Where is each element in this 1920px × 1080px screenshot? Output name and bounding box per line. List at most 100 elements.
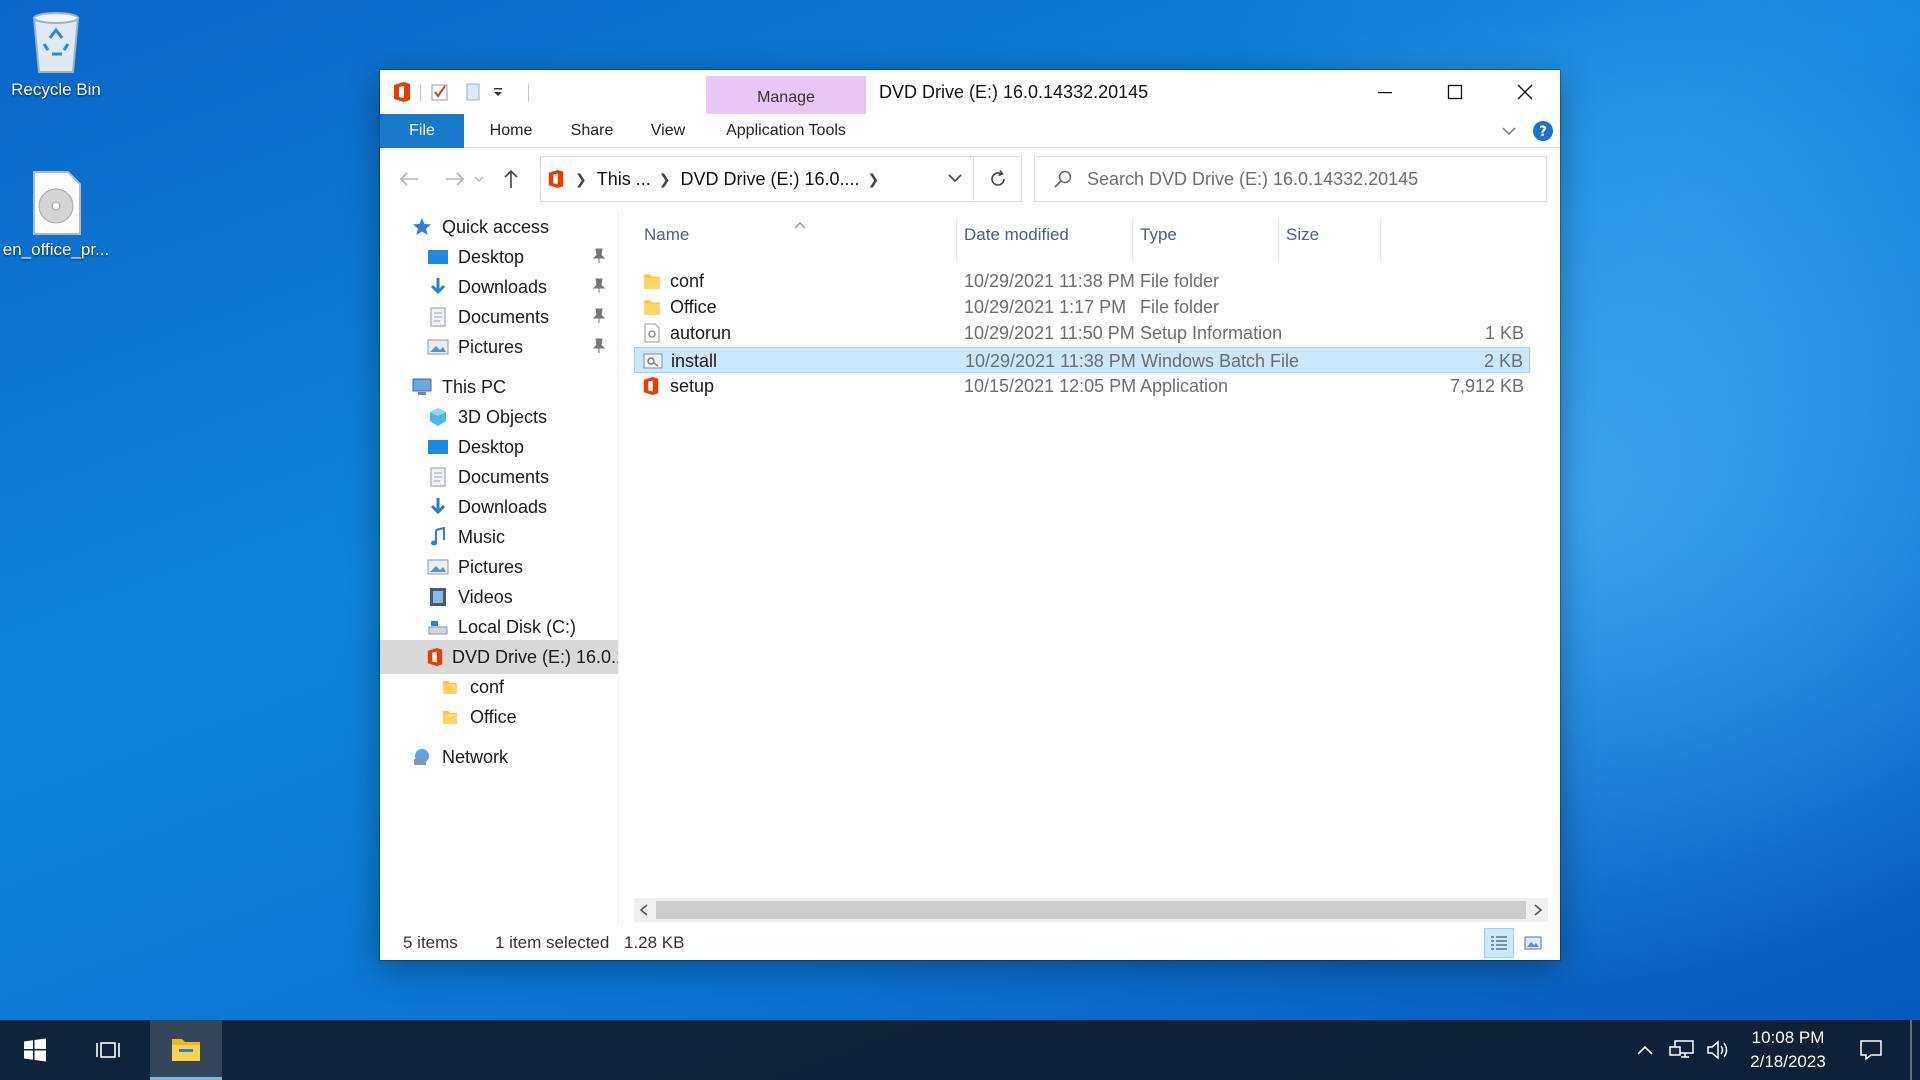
properties-checkmark-icon xyxy=(431,84,448,101)
table-row[interactable]: setup 10/15/2021 12:05 PM Application 7,912… xyxy=(634,373,1530,399)
breadcrumb-separator[interactable]: ❯ xyxy=(659,171,671,188)
scroll-left-button[interactable] xyxy=(634,898,654,922)
file-explorer-window: Manage DVD Drive (E:) 16.0.14332.20145 F… xyxy=(380,70,1560,960)
start-button[interactable] xyxy=(0,1020,70,1080)
clock-time: 10:08 PM xyxy=(1751,1028,1825,1047)
scroll-right-button[interactable] xyxy=(1528,898,1548,922)
sidebar-item-downloads[interactable]: Downloads xyxy=(380,490,618,524)
sidebar-item-quick-access[interactable]: Quick access xyxy=(380,210,618,244)
sidebar-item-videos[interactable]: Videos xyxy=(380,580,618,614)
file-type: Application xyxy=(1140,375,1229,396)
scrollbar-thumb[interactable] xyxy=(656,901,1526,919)
sidebar-item-music[interactable]: Music xyxy=(380,520,618,554)
sidebar-item-conf[interactable]: conf xyxy=(380,670,618,704)
sidebar-item-office[interactable]: Office xyxy=(380,700,618,734)
refresh-button[interactable] xyxy=(974,156,1022,202)
sidebar-item-quick-documents[interactable]: Documents xyxy=(380,300,618,334)
breadcrumb-separator[interactable]: ❯ xyxy=(868,171,880,188)
windows-logo-icon xyxy=(24,1038,46,1062)
file-explorer-icon xyxy=(172,1038,200,1061)
minimize-button[interactable] xyxy=(1350,70,1420,114)
manage-contextual-tab-group[interactable]: Manage xyxy=(706,76,866,114)
sidebar-item-dvd-drive[interactable]: DVD Drive (E:) 16.0.1 xyxy=(380,640,618,674)
breadcrumb-separator[interactable]: ❯ xyxy=(575,171,587,188)
sidebar-item-label: Pictures xyxy=(458,336,524,357)
breadcrumb-dvd-drive[interactable]: DVD Drive (E:) 16.0.... xyxy=(680,169,859,190)
address-bar[interactable]: ❯ This ... ❯ DVD Drive (E:) 16.0.... ❯ xyxy=(540,156,974,202)
taskbar-clock[interactable]: 10:08 PM 2/18/2023 xyxy=(1734,1026,1842,1074)
pane-divider[interactable] xyxy=(618,210,619,926)
tab-file[interactable]: File xyxy=(380,114,464,148)
chevron-up-icon xyxy=(1637,1045,1653,1055)
forward-button[interactable] xyxy=(440,164,470,194)
sidebar-item-label: DVD Drive (E:) 16.0.1 xyxy=(452,646,618,667)
task-view-button[interactable] xyxy=(72,1020,144,1080)
address-history-dropdown[interactable] xyxy=(947,170,963,191)
properties-quick-button[interactable] xyxy=(430,78,450,106)
network-tray-button[interactable] xyxy=(1664,1020,1700,1080)
large-icons-view-button[interactable] xyxy=(1518,928,1548,958)
maximize-icon xyxy=(1447,84,1463,100)
file-name: conf xyxy=(670,271,705,291)
up-button[interactable] xyxy=(496,164,526,194)
action-center-button[interactable] xyxy=(1846,1020,1896,1080)
sidebar-item-quick-desktop[interactable]: Desktop xyxy=(380,240,618,274)
column-type[interactable]: Type xyxy=(1140,210,1270,260)
table-row[interactable]: conf 10/29/2021 11:38 PM File folder xyxy=(634,268,1530,294)
status-bar: 5 items 1 item selected 1.28 KB xyxy=(380,926,1560,960)
back-button[interactable] xyxy=(394,164,424,194)
tab-home[interactable]: Home xyxy=(472,114,550,148)
office-icon xyxy=(642,376,662,396)
speaker-icon xyxy=(1707,1040,1728,1060)
folder-icon xyxy=(642,297,662,317)
back-arrow-icon xyxy=(399,172,418,186)
sidebar-item-documents[interactable]: Documents xyxy=(380,460,618,494)
recycle-bin-desktop-icon[interactable]: Recycle Bin xyxy=(0,8,112,100)
desktop-icon xyxy=(428,440,448,454)
office-iso-desktop-icon[interactable]: en_office_pr... xyxy=(0,170,112,260)
sidebar-item-network[interactable]: Network xyxy=(380,740,618,774)
close-button[interactable] xyxy=(1490,70,1560,114)
help-button[interactable]: ? xyxy=(1532,120,1554,147)
sidebar-item-desktop[interactable]: Desktop xyxy=(380,430,618,464)
sidebar-item-quick-downloads[interactable]: Downloads xyxy=(380,270,618,304)
sidebar-item-this-pc[interactable]: This PC xyxy=(380,370,618,404)
horizontal-scrollbar[interactable] xyxy=(634,898,1548,922)
sidebar-item-local-disk[interactable]: Local Disk (C:) xyxy=(380,610,618,644)
notification-icon xyxy=(1860,1040,1882,1061)
taskbar-file-explorer[interactable] xyxy=(150,1020,222,1080)
sidebar-item-label: This PC xyxy=(442,376,507,397)
file-name: Office xyxy=(670,297,717,318)
sidebar-item-pictures[interactable]: Pictures xyxy=(380,550,618,584)
details-view-button[interactable] xyxy=(1484,928,1514,958)
customize-quick-access-toolbar[interactable] xyxy=(492,78,504,106)
sidebar-item-quick-pictures[interactable]: Pictures xyxy=(380,330,618,364)
expand-ribbon-button[interactable] xyxy=(1500,122,1518,145)
table-row[interactable]: Office 10/29/2021 1:17 PM File folder xyxy=(634,294,1530,320)
office-icon xyxy=(548,170,564,188)
tab-application-tools[interactable]: Application Tools xyxy=(706,114,866,148)
tab-share[interactable]: Share xyxy=(552,114,632,148)
pin-icon xyxy=(592,308,606,329)
disc-image-icon xyxy=(33,171,81,235)
file-list: Name Date modified Type Size conf 10/29/2… xyxy=(634,210,1550,926)
new-folder-quick-button[interactable] xyxy=(464,78,482,106)
sidebar-item-label: Network xyxy=(442,746,509,767)
app-icon[interactable] xyxy=(392,78,412,106)
tab-view[interactable]: View xyxy=(634,114,702,148)
maximize-button[interactable] xyxy=(1420,70,1490,114)
breadcrumb-this-pc[interactable]: This ... xyxy=(597,169,651,190)
search-input[interactable]: Search DVD Drive (E:) 16.0.14332.20145 xyxy=(1034,156,1547,202)
search-icon xyxy=(1054,170,1072,188)
show-desktop-button[interactable] xyxy=(1910,1020,1912,1080)
show-hidden-icons-button[interactable] xyxy=(1630,1020,1660,1080)
column-date-modified[interactable]: Date modified xyxy=(964,210,1124,260)
recent-locations-button[interactable] xyxy=(470,164,488,194)
pin-icon xyxy=(592,278,606,299)
table-row[interactable]: install 10/29/2021 11:38 PM Windows Batch … xyxy=(634,346,1530,373)
column-size[interactable]: Size xyxy=(1286,210,1376,260)
table-row[interactable]: autorun 10/29/2021 11:50 PM Setup Informat… xyxy=(634,320,1530,346)
sidebar-item-3d-objects[interactable]: 3D Objects xyxy=(380,400,618,434)
volume-tray-button[interactable] xyxy=(1702,1020,1736,1080)
file-date-modified: 10/29/2021 1:17 PM xyxy=(964,297,1127,318)
